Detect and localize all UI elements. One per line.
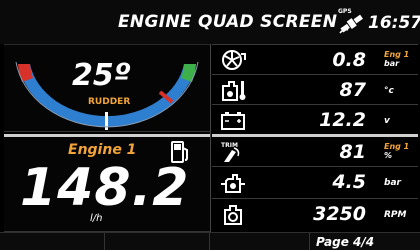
trim-icon: TRIM [221, 142, 240, 162]
data-row-temperature: 87 °c [212, 74, 418, 104]
fuel-flow-unit: l/h [90, 213, 103, 224]
engine-quad-screen: ENGINE QUAD SCREEN GPS 16:57 25º RUDDER [0, 0, 420, 250]
panel-divider [210, 44, 211, 234]
gps-satellite-icon: GPS [338, 8, 363, 34]
rudder-label: RUDDER [88, 97, 131, 107]
temperature-value: 87 [339, 79, 366, 101]
trim-value: 81 [339, 141, 366, 163]
oil-pressure-value: 4.5 [332, 171, 366, 193]
trim-unit: Eng 1 % [384, 142, 410, 160]
battery-unit: v [384, 116, 390, 126]
battery-icon [221, 112, 245, 130]
boost-unit: Eng 1 bar [384, 50, 410, 68]
rudder-angle-value: 25º [72, 58, 131, 93]
oil-temp-icon [222, 81, 246, 101]
data-row-oil-pressure: 4.5 bar [212, 166, 418, 198]
gps-label: GPS [338, 8, 352, 15]
oil-pressure-icon [221, 174, 245, 193]
fuel-flow-value: 148.2 [20, 158, 190, 218]
softkey-1[interactable] [0, 233, 105, 250]
data-row-battery: 12.2 v [212, 104, 418, 134]
engine-rpm-icon [224, 205, 242, 225]
softkey-2[interactable] [105, 233, 210, 250]
softkey-3[interactable] [210, 233, 310, 250]
boost-value: 0.8 [332, 49, 366, 71]
temperature-unit: °c [384, 86, 394, 96]
engine-name: Engine 1 [68, 142, 137, 158]
data-row-boost: 0.8 Eng 1 bar [212, 44, 418, 74]
oil-pressure-unit: bar [384, 178, 401, 188]
data-row-trim: TRIM 81 Eng 1 % [212, 134, 418, 166]
rpm-value: 3250 [313, 203, 366, 225]
clock-time: 16:57 [368, 13, 420, 33]
data-row-rpm: 3250 RPM [212, 198, 418, 232]
footer-bar: Page 4/4 [0, 232, 420, 250]
page-indicator[interactable]: Page 4/4 [316, 235, 374, 249]
rpm-unit: RPM [384, 210, 407, 220]
turbo-icon [222, 50, 246, 70]
battery-value: 12.2 [319, 109, 366, 131]
